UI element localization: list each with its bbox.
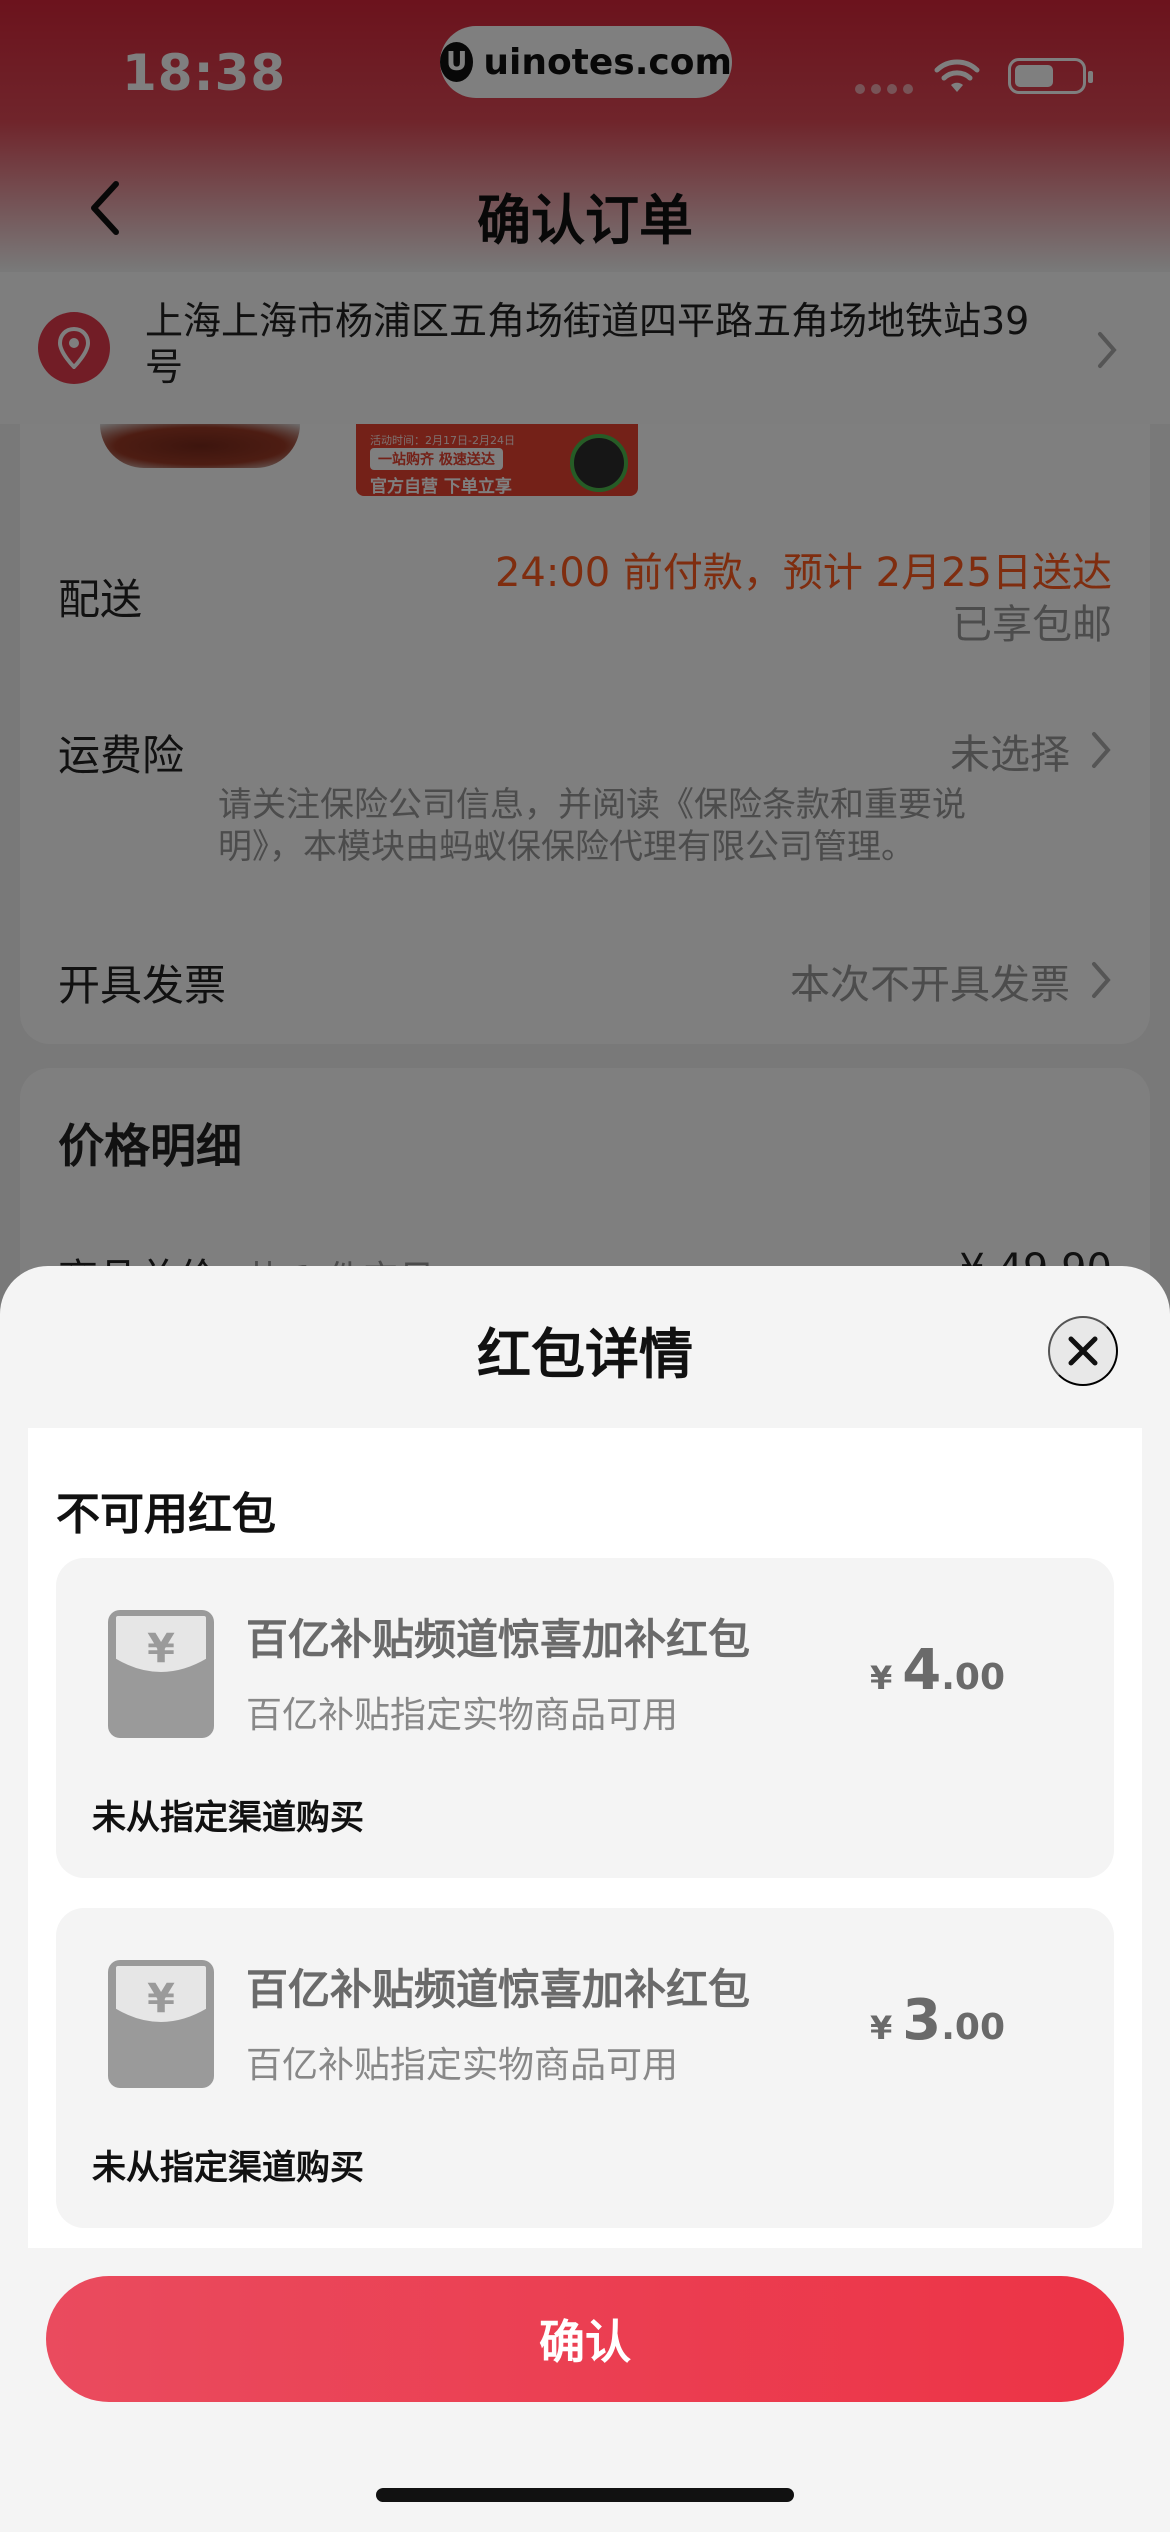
coupon-currency: ¥ xyxy=(870,2009,893,2047)
coupon-amount-decimal: .00 xyxy=(941,2007,1006,2048)
coupon-currency: ¥ xyxy=(870,1659,893,1697)
coupon-name: 百亿补贴频道惊喜加补红包 xyxy=(246,1615,751,1664)
close-button[interactable] xyxy=(1048,1316,1118,1386)
svg-text:¥: ¥ xyxy=(147,1976,175,2022)
close-icon xyxy=(1068,1336,1098,1366)
confirm-button[interactable]: 确认 xyxy=(46,2276,1124,2402)
coupon-amount-decimal: .00 xyxy=(941,1657,1006,1698)
coupon-card: ¥ 百亿补贴频道惊喜加补红包 百亿补贴指定实物商品可用 ¥4.00 未从指定渠道… xyxy=(56,1558,1114,1878)
svg-text:¥: ¥ xyxy=(147,1626,175,1672)
red-packet-icon: ¥ xyxy=(108,1960,214,2088)
unavailable-section-title: 不可用红包 xyxy=(56,1489,276,1540)
home-indicator xyxy=(376,2488,794,2502)
coupon-amount-integer: 3 xyxy=(902,1988,942,2053)
coupon-unavailable-reason: 未从指定渠道购买 xyxy=(92,2148,364,2188)
red-packet-icon: ¥ xyxy=(108,1610,214,1738)
coupon-amount-integer: 4 xyxy=(902,1638,942,1703)
coupon-amount: ¥3.00 xyxy=(870,1988,1005,2053)
sheet-title: 红包详情 xyxy=(477,1323,693,1386)
coupon-description: 百亿补贴指定实物商品可用 xyxy=(246,2045,679,2086)
coupon-description: 百亿补贴指定实物商品可用 xyxy=(246,1695,679,1736)
coupon-unavailable-reason: 未从指定渠道购买 xyxy=(92,1798,364,1838)
coupon-card: ¥ 百亿补贴频道惊喜加补红包 百亿补贴指定实物商品可用 ¥3.00 未从指定渠道… xyxy=(56,1908,1114,2228)
coupon-name: 百亿补贴频道惊喜加补红包 xyxy=(246,1965,751,2014)
coupon-amount: ¥4.00 xyxy=(870,1638,1005,1703)
